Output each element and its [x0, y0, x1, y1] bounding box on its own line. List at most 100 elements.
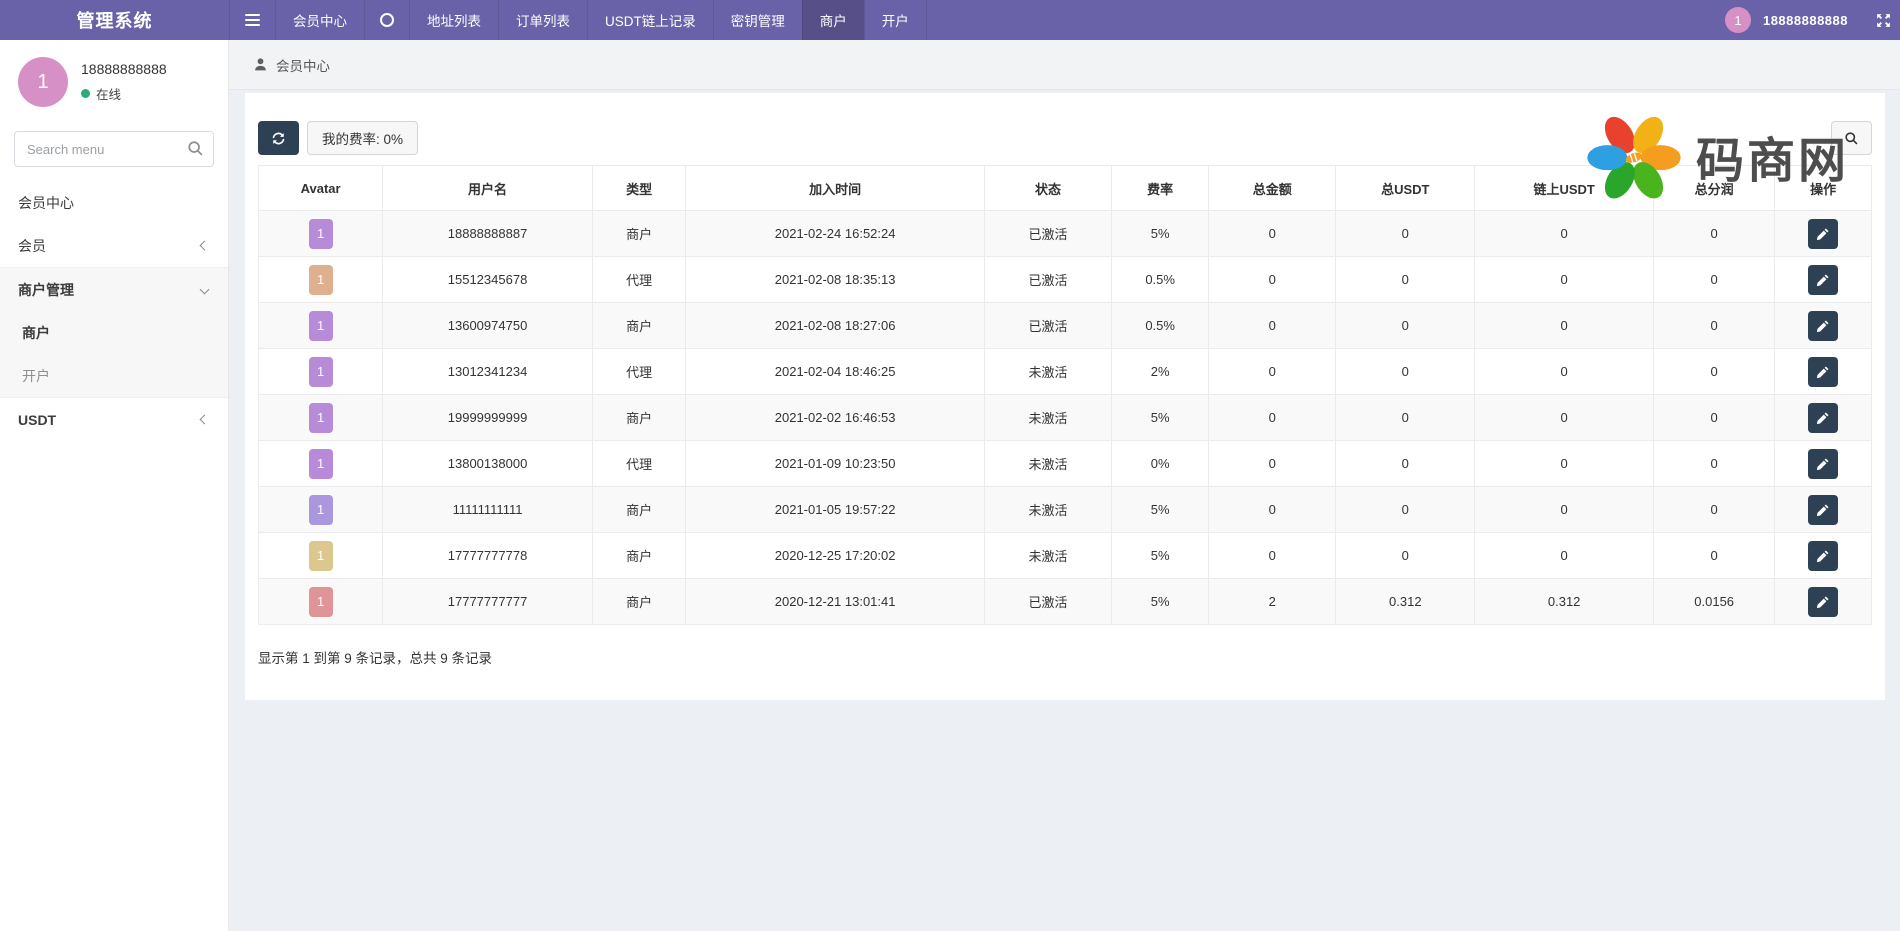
- cell-chain-usdt: 0: [1475, 349, 1654, 395]
- chevron-down-icon: [200, 285, 210, 295]
- nav-item-usdt-chain-records[interactable]: USDT链上记录: [587, 0, 713, 40]
- edit-button[interactable]: [1808, 449, 1838, 479]
- cell-total-amount: 0: [1209, 441, 1336, 487]
- cell-username: 17777777778: [383, 533, 593, 579]
- navbar-user-area: 1 18888888888: [1725, 0, 1900, 40]
- row-avatar: 1: [309, 495, 333, 525]
- user-phone[interactable]: 18888888888: [1763, 13, 1848, 28]
- cell-total-usdt: 0: [1336, 211, 1475, 257]
- row-avatar: 1: [309, 541, 333, 571]
- sidebar-toggle-button[interactable]: [229, 0, 275, 40]
- cell-total-amount: 2: [1209, 579, 1336, 625]
- sidebar-item-label: 开户: [22, 366, 50, 386]
- edit-button[interactable]: [1808, 541, 1838, 571]
- pencil-icon: [1816, 595, 1830, 609]
- nav-item-order-list[interactable]: 订单列表: [498, 0, 587, 40]
- chevron-left-icon: [200, 415, 210, 425]
- refresh-icon: [271, 131, 286, 146]
- cell-type: 商户: [592, 533, 686, 579]
- cell-total-profit: 0: [1654, 257, 1775, 303]
- cell-total-amount: 0: [1209, 257, 1336, 303]
- edit-button[interactable]: [1808, 403, 1838, 433]
- fullscreen-expand-icon: [1875, 12, 1892, 29]
- app-brand: 管理系统: [0, 0, 229, 40]
- cell-chain-usdt: 0: [1475, 303, 1654, 349]
- col-actions: 操作: [1775, 166, 1872, 211]
- cell-total-amount: 0: [1209, 395, 1336, 441]
- sidebar-item-member-center[interactable]: 会员中心: [0, 181, 228, 224]
- sidebar-group-merchant-mgmt: 商户管理 商户 开户: [0, 267, 228, 398]
- cell-total-amount: 0: [1209, 487, 1336, 533]
- edit-button[interactable]: [1808, 357, 1838, 387]
- user-icon: [253, 57, 268, 72]
- col-type: 类型: [592, 166, 686, 211]
- cell-join-time: 2021-02-04 18:46:25: [686, 349, 984, 395]
- nav-item-merchant[interactable]: 商户: [802, 0, 864, 40]
- nav-circle-button[interactable]: [364, 0, 409, 40]
- online-status-label: 在线: [96, 84, 121, 103]
- fullscreen-button[interactable]: [1874, 11, 1892, 29]
- sidebar-user-panel: 1 18888888888 在线: [0, 40, 228, 121]
- table-row: 1 13012341234 代理 2021-02-04 18:46:25 未激活…: [259, 349, 1872, 395]
- sidebar-item-label: USDT: [18, 412, 56, 428]
- sidebar-user-name: 18888888888: [81, 61, 167, 77]
- cell-total-usdt: 0: [1336, 533, 1475, 579]
- edit-button[interactable]: [1808, 311, 1838, 341]
- sidebar-menu: 会员中心 会员 商户管理 商户 开户 USDT: [0, 181, 228, 441]
- cell-total-usdt: 0.312: [1336, 579, 1475, 625]
- cell-total-amount: 0: [1209, 349, 1336, 395]
- edit-button[interactable]: [1808, 587, 1838, 617]
- cell-type: 代理: [592, 441, 686, 487]
- sidebar-item-usdt[interactable]: USDT: [0, 398, 228, 441]
- user-avatar[interactable]: 1: [1725, 7, 1751, 33]
- sidebar-item-member[interactable]: 会员: [0, 224, 228, 267]
- row-avatar: 1: [309, 449, 333, 479]
- cell-type: 商户: [592, 579, 686, 625]
- cell-rate: 5%: [1112, 487, 1209, 533]
- cell-total-amount: 0: [1209, 533, 1336, 579]
- sidebar-item-open-account[interactable]: 开户: [0, 354, 228, 397]
- table-row: 1 13600974750 商户 2021-02-08 18:27:06 已激活…: [259, 303, 1872, 349]
- edit-button[interactable]: [1808, 265, 1838, 295]
- cell-username: 15512345678: [383, 257, 593, 303]
- pencil-icon: [1816, 227, 1830, 241]
- cell-total-profit: 0: [1654, 349, 1775, 395]
- my-rate-button[interactable]: 我的费率: 0%: [307, 121, 418, 155]
- col-status: 状态: [984, 166, 1111, 211]
- cell-rate: 0.5%: [1112, 257, 1209, 303]
- cell-status: 已激活: [984, 211, 1111, 257]
- cell-join-time: 2021-01-05 19:57:22: [686, 487, 984, 533]
- breadcrumb-label: 会员中心: [276, 55, 330, 75]
- search-input[interactable]: [14, 131, 214, 167]
- cell-total-usdt: 0: [1336, 349, 1475, 395]
- table-body: 1 18888888887 商户 2021-02-24 16:52:24 已激活…: [259, 211, 1872, 625]
- sidebar-avatar: 1: [18, 57, 68, 107]
- cell-status: 未激活: [984, 395, 1111, 441]
- online-status-icon: [81, 89, 90, 98]
- table-search-button[interactable]: [1831, 121, 1872, 155]
- cell-total-usdt: 0: [1336, 257, 1475, 303]
- chevron-left-icon: [200, 241, 210, 251]
- edit-button[interactable]: [1808, 219, 1838, 249]
- sidebar-item-merchant-mgmt[interactable]: 商户管理: [0, 268, 228, 311]
- nav-item-member-center[interactable]: 会员中心: [275, 0, 364, 40]
- cell-username: 13012341234: [383, 349, 593, 395]
- cell-total-usdt: 0: [1336, 303, 1475, 349]
- cell-total-profit: 0: [1654, 533, 1775, 579]
- edit-button[interactable]: [1808, 495, 1838, 525]
- table-row: 1 18888888887 商户 2021-02-24 16:52:24 已激活…: [259, 211, 1872, 257]
- sidebar: 1 18888888888 在线 会员中心 会员 商户管理: [0, 40, 229, 931]
- table-row: 1 17777777777 商户 2020-12-21 13:01:41 已激活…: [259, 579, 1872, 625]
- cell-join-time: 2021-02-08 18:27:06: [686, 303, 984, 349]
- nav-item-address-list[interactable]: 地址列表: [409, 0, 498, 40]
- nav-item-key-management[interactable]: 密钥管理: [713, 0, 802, 40]
- cell-rate: 5%: [1112, 395, 1209, 441]
- cell-total-usdt: 0: [1336, 441, 1475, 487]
- col-avatar: Avatar: [259, 166, 383, 211]
- cell-username: 13800138000: [383, 441, 593, 487]
- row-avatar: 1: [309, 587, 333, 617]
- refresh-button[interactable]: [258, 121, 299, 155]
- table-row: 1 13800138000 代理 2021-01-09 10:23:50 未激活…: [259, 441, 1872, 487]
- nav-item-open-account[interactable]: 开户: [864, 0, 927, 40]
- sidebar-item-merchant[interactable]: 商户: [0, 311, 228, 354]
